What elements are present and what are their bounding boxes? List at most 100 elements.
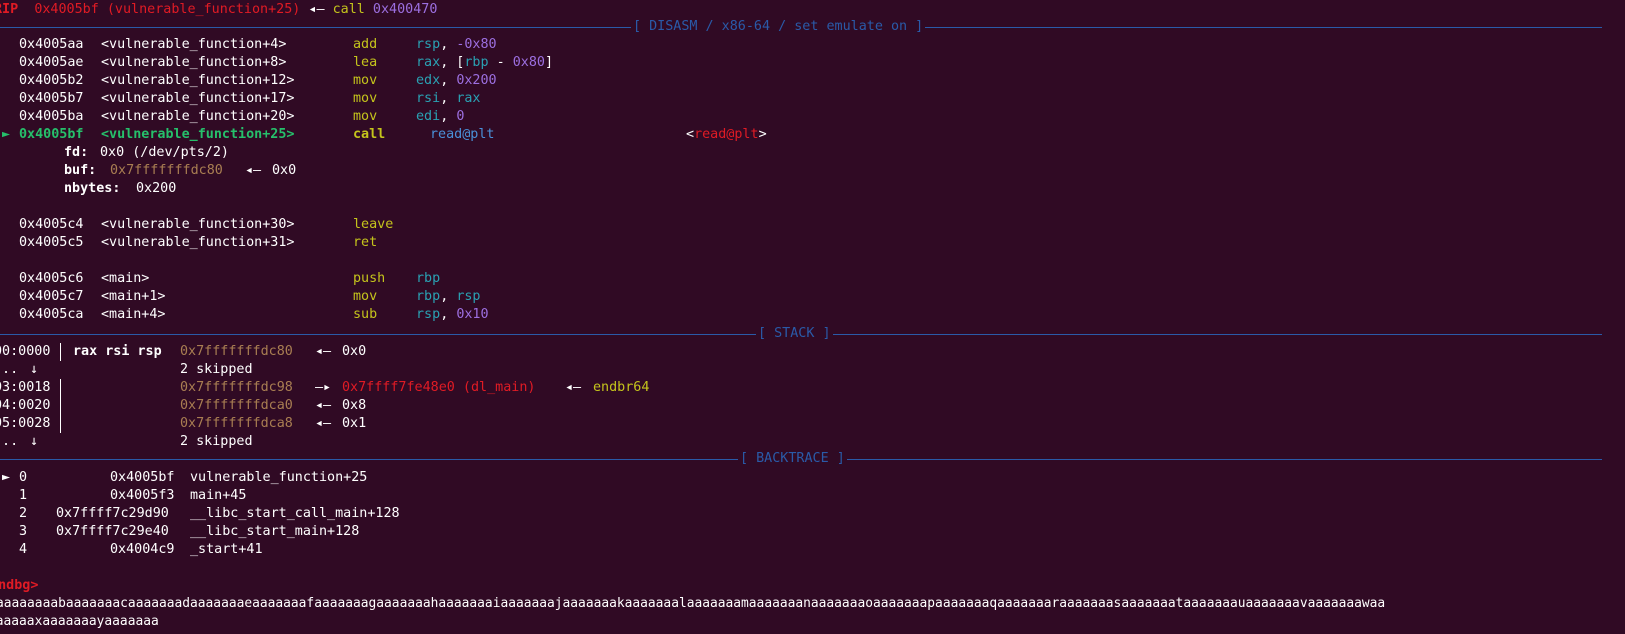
frame-number: 0 [19,470,28,485]
call-arg-name: buf: [64,163,97,178]
call-arg: fd: 0x0 (/dev/pts/2) [0,144,229,162]
disasm-addr: 0x4005c6 [19,271,84,286]
disasm-symbol: <vulnerable_function+17> [101,91,295,106]
disasm-op: lea [353,55,378,70]
stack-arrow: ◂— [315,398,332,413]
disasm-arg1: read@plt [430,127,495,142]
stack-index: 00:0000 [0,344,51,359]
disasm-line: 0x4005aa <vulnerable_function+4> add rsp… [19,37,497,52]
command-input-line-2[interactable]: aaaaaaxaaaaaaayaaaaaaa [0,613,159,631]
disasm-addr: 0x4005ba [19,109,84,124]
frame-number: 4 [19,542,28,557]
disasm-line: 0x4005ae <vulnerable_function+8> lea rax… [19,55,554,70]
disasm-addr: 0x4005ca [19,307,84,322]
disasm-line-current: ► 0x4005bf <vulnerable_function+25> call… [2,127,767,142]
frame-number: 2 [19,506,28,521]
skip-arrow-icon: ↓ [30,434,39,449]
stack-addr: 0x7fffffffdca8 [180,416,293,431]
stack-skipped: 2 skipped [180,362,253,377]
disasm-arg1: rax [416,55,441,70]
disasm-line: 0x4005ba <vulnerable_function+20> mov ed… [19,109,465,124]
disasm-addr: 0x4005ae [19,55,84,70]
frame-address: 0x7ffff7c29e40 [56,524,169,539]
stack-value: 0x8 [342,398,367,413]
stack-skip: ... ↓ 2 skipped [0,433,253,451]
backtrace-separator: [ BACKTRACE ] [0,450,1602,468]
disasm-arg2: rsp [456,289,481,304]
disasm-arg1: edx [416,73,441,88]
frame-number: 3 [19,524,28,539]
disasm-addr: 0x4005b2 [19,73,84,88]
stack-row: 05:0028 0x7fffffffdca8 ◂— 0x1 [0,415,366,433]
frame-address: 0x4004c9 [110,542,175,557]
stack-index: ... [0,362,19,377]
gdb-prompt: pwndbg> [0,578,39,593]
frame-address: 0x4005f3 [110,488,175,503]
stack-regs: rax rsi rsp [73,344,162,359]
backtrace-frame: 2 0x7ffff7c29d90 __libc_start_call_main+… [0,505,400,523]
rip-symbol: (vulnerable_function+25) [106,2,301,17]
disasm-header: [ DISASM / x86-64 / set emulate on ] [631,18,926,36]
disasm-arg4: 0x80 [512,55,545,70]
disasm-separator: [ DISASM / x86-64 / set emulate on ] [0,18,1602,36]
call-arg-value: 0x7fffffffdc80 [110,163,223,178]
disasm-op: mov [353,109,378,124]
stack-arrow-2: ◂— [565,380,582,395]
disasm-symbol: <vulnerable_function+20> [101,109,295,124]
disasm-arg2: 0 [456,109,465,124]
disasm-line: 0x4005ca <main+4> sub rsp, 0x10 [19,307,489,322]
stack-row: 03:0018 0x7fffffffdc98 —▸ 0x7ffff7fe48e0… [0,379,649,397]
frame-function: main+45 [190,488,247,503]
rip-line: RIP 0x4005bf (vulnerable_function+25) ◂—… [0,1,437,19]
command-input-line-1[interactable]: aaaaaaaabaaaaaaacaaaaaaadaaaaaaaeaaaaaaa… [0,595,1385,613]
disasm-arg1: rsp [416,37,441,52]
rip-arrow: ◂— [308,2,325,17]
disasm-op: sub [353,307,378,322]
disasm-addr: 0x4005b7 [19,91,84,106]
call-arg-value: 0x0 (/dev/pts/2) [100,145,229,160]
disasm-op: leave [353,217,394,232]
stack-row: 00:0000 rax rsi rsp 0x7fffffffdc80 ◂— 0x… [0,343,366,361]
stack-index: 03:0018 [0,380,51,395]
stack-skipped: 2 skipped [180,434,253,449]
disasm-addr: 0x4005c7 [19,289,84,304]
current-frame-marker-icon: ► [2,470,11,485]
stack-index: 05:0028 [0,416,51,431]
disasm-symbol: <main+1> [101,289,166,304]
rip-label: RIP [0,2,19,17]
disasm-symbol: <vulnerable_function+31> [101,235,295,250]
disasm-arg2: -0x80 [456,37,497,52]
disasm-op: ret [353,235,378,250]
skip-arrow-icon: ↓ [30,362,39,377]
disasm-symbol: <main> [101,271,150,286]
disasm-line: 0x4005c6 <main> push rbp [0,270,440,288]
disasm-symbol: <vulnerable_function+25> [101,127,295,142]
disasm-arg2: rbp [464,55,489,70]
backtrace-frame: 3 0x7ffff7c29e40 __libc_start_main+128 [0,523,359,541]
disasm-symbol: <vulnerable_function+4> [101,37,287,52]
frame-function: __libc_start_call_main+128 [190,506,400,521]
call-target: read@plt [694,127,759,142]
stack-row: 04:0020 0x7fffffffdca0 ◂— 0x8 [0,397,366,415]
rip-address: 0x4005bf [34,2,99,17]
frame-function: _start+41 [190,542,263,557]
call-arg-name: fd: [64,145,89,160]
stack-separator: [ STACK ] [0,325,1602,343]
disasm-op: mov [353,73,378,88]
stack-addr: 0x7fffffffdc80 [180,344,293,359]
call-arg: buf: 0x7fffffffdc80 ◂— 0x0 [0,162,296,180]
backtrace-frame: 1 0x4005f3 main+45 [0,487,246,505]
stack-value: 0x1 [342,416,367,431]
disasm-arg1: rbp [416,271,441,286]
call-arg-arrow: ◂— [245,163,262,178]
disasm-arg2: 0x10 [456,307,489,322]
disasm-line: 0x4005b7 <vulnerable_function+17> mov rs… [19,91,481,106]
frame-address: 0x7ffff7c29d90 [56,506,169,521]
stack-value: 0x0 [342,344,367,359]
stack-skip: ... ↓ 2 skipped [0,361,253,379]
disasm-symbol: <vulnerable_function+30> [101,217,295,232]
rip-target: 0x400470 [372,2,438,17]
disasm-op: call [353,127,386,142]
stack-index: ... [0,434,19,449]
disasm-op: add [353,37,378,52]
